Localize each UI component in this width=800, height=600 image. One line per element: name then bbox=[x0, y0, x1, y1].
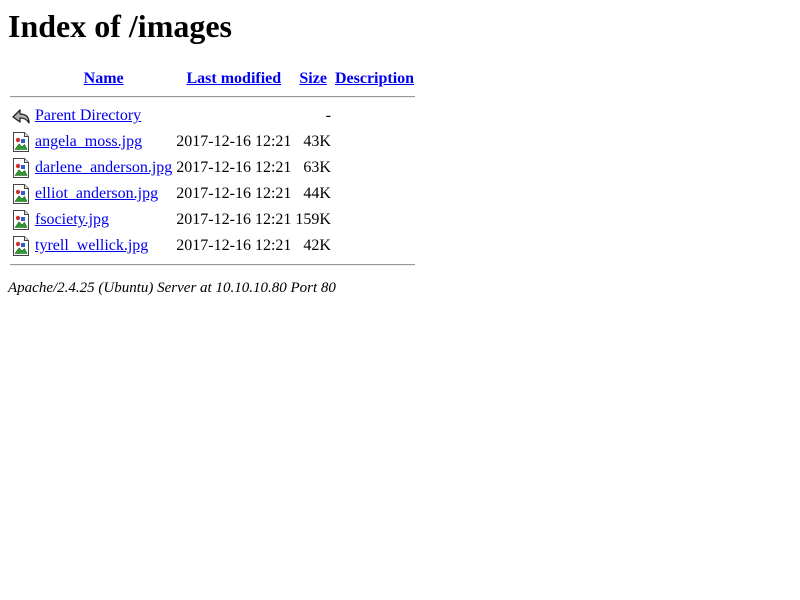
icon-cell bbox=[10, 104, 32, 128]
last-modified-cell: 2017-12-16 12:21 bbox=[176, 159, 292, 176]
image-icon bbox=[11, 183, 31, 205]
name-cell: fsociety.jpg bbox=[34, 208, 173, 232]
last-modified-cell: 2017-12-16 12:21 bbox=[176, 133, 292, 150]
icon-cell bbox=[10, 208, 32, 232]
back-icon bbox=[11, 105, 31, 127]
file-link[interactable]: darlene_anderson.jpg bbox=[35, 159, 172, 176]
description-cell bbox=[334, 208, 415, 232]
file-row: angela_moss.jpg 2017-12-16 12:21 43K bbox=[10, 130, 415, 154]
header-divider-row bbox=[10, 92, 416, 102]
size-cell: 43K bbox=[303, 133, 331, 150]
icon-column-header bbox=[10, 68, 32, 90]
icon-cell bbox=[10, 182, 32, 206]
last-modified-cell: 2017-12-16 12:21 bbox=[176, 185, 292, 202]
sort-by-last-modified-link[interactable]: Last modified bbox=[187, 70, 282, 87]
file-link[interactable]: tyrell_wellick.jpg bbox=[35, 237, 148, 254]
last-modified-cell bbox=[175, 104, 292, 128]
icon-cell bbox=[10, 156, 32, 180]
file-row: fsociety.jpg 2017-12-16 12:21 159K bbox=[10, 208, 415, 232]
sort-by-name-link[interactable]: Name bbox=[84, 70, 124, 87]
image-icon bbox=[11, 209, 31, 231]
icon-cell bbox=[10, 130, 32, 154]
name-cell: tyrell_wellick.jpg bbox=[34, 234, 173, 258]
server-signature: Apache/2.4.25 (Ubuntu) Server at 10.10.1… bbox=[8, 280, 336, 296]
description-cell bbox=[334, 130, 415, 154]
file-table: Name Last modified Size Description Pare… bbox=[8, 66, 417, 272]
table-header-row: Name Last modified Size Description bbox=[10, 68, 415, 90]
sort-by-description-link[interactable]: Description bbox=[335, 70, 414, 87]
file-row: tyrell_wellick.jpg 2017-12-16 12:21 42K bbox=[10, 234, 415, 258]
last-modified-cell: 2017-12-16 12:21 bbox=[176, 237, 292, 254]
description-column-header: Description bbox=[334, 68, 415, 90]
size-cell: - bbox=[325, 107, 331, 124]
page-title: Index of /images bbox=[8, 8, 232, 44]
file-link[interactable]: elliot_anderson.jpg bbox=[35, 185, 158, 202]
last-modified-cell: 2017-12-16 12:21 bbox=[176, 211, 292, 228]
parent-directory-row: Parent Directory - bbox=[10, 104, 415, 128]
file-link[interactable]: angela_moss.jpg bbox=[35, 133, 142, 150]
description-cell bbox=[334, 104, 415, 128]
size-cell: 42K bbox=[303, 237, 331, 254]
name-cell: elliot_anderson.jpg bbox=[34, 182, 173, 206]
description-cell bbox=[334, 182, 415, 206]
description-cell bbox=[334, 234, 415, 258]
name-cell: darlene_anderson.jpg bbox=[34, 156, 173, 180]
size-cell: 159K bbox=[295, 211, 331, 228]
name-cell: Parent Directory bbox=[34, 104, 173, 128]
directory-listing-page: Index of /images Name Last modified Size… bbox=[0, 0, 800, 305]
icon-cell bbox=[10, 234, 32, 258]
parent-directory-link[interactable]: Parent Directory bbox=[35, 107, 141, 124]
size-cell: 63K bbox=[303, 159, 331, 176]
image-icon bbox=[11, 131, 31, 153]
name-cell: angela_moss.jpg bbox=[34, 130, 173, 154]
file-link[interactable]: fsociety.jpg bbox=[35, 211, 109, 228]
file-row: elliot_anderson.jpg 2017-12-16 12:21 44K bbox=[10, 182, 415, 206]
footer-divider-row bbox=[10, 260, 416, 270]
sort-by-size-link[interactable]: Size bbox=[299, 70, 327, 87]
image-icon bbox=[11, 157, 31, 179]
file-row: darlene_anderson.jpg 2017-12-16 12:21 63K bbox=[10, 156, 415, 180]
header-divider bbox=[10, 96, 416, 98]
name-column-header: Name bbox=[34, 68, 173, 90]
size-cell: 44K bbox=[303, 185, 331, 202]
size-column-header: Size bbox=[294, 68, 332, 90]
footer-divider bbox=[10, 264, 416, 266]
description-cell bbox=[334, 156, 415, 180]
last-modified-column-header: Last modified bbox=[175, 68, 292, 90]
image-icon bbox=[11, 235, 31, 257]
